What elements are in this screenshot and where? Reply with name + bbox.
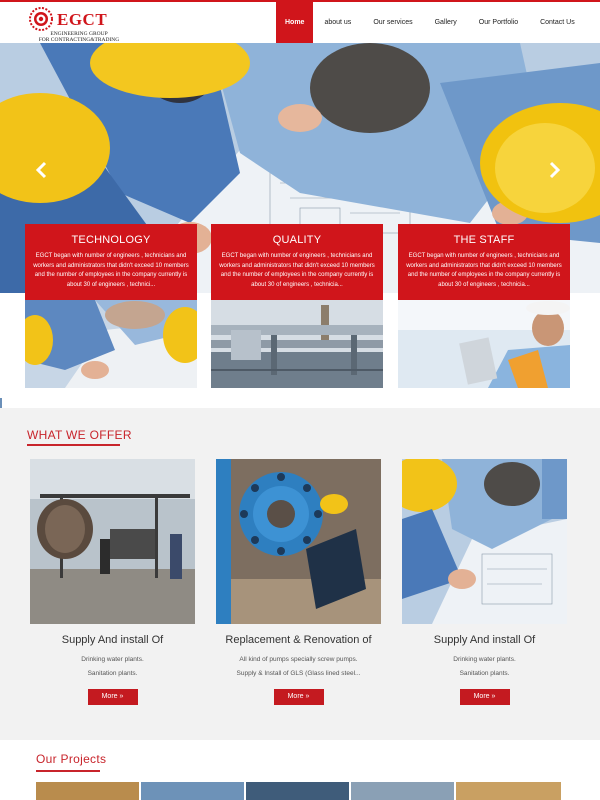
feature-card-quality[interactable]: QUALITY EGCT began with number of engine… (211, 224, 383, 390)
feature-card-the-staff[interactable]: THE STAFF EGCT began with number of engi… (398, 224, 570, 390)
feature-card-header: THE STAFF EGCT began with number of engi… (398, 224, 570, 300)
project-thumbnail[interactable] (246, 782, 349, 800)
our-projects-title: Our Projects (36, 752, 107, 766)
offer-item: Supply And install Of Drinking water pla… (30, 459, 195, 705)
our-projects-underline (36, 770, 100, 772)
feature-card-text: EGCT began with number of engineers , te… (33, 253, 189, 288)
project-thumbnail[interactable] (456, 782, 561, 800)
offer-item-image[interactable] (216, 459, 381, 624)
feature-card-title: THE STAFF (453, 234, 515, 246)
feature-card-image (211, 300, 383, 388)
offer-item-line: Sanitation plants. (87, 670, 138, 677)
nav-item-home[interactable]: Home (276, 2, 314, 43)
main-nav: Home about us Our services Gallery Our P… (276, 2, 586, 43)
logo-emblem-icon (29, 7, 53, 31)
brand-subtitle: ENGINEERING GROUP FOR CONTRACTING&TRADIN… (29, 31, 129, 43)
offer-item-line: Drinking water plants. (453, 656, 516, 663)
nav-item-our-services[interactable]: Our services (362, 2, 423, 43)
offer-item-image[interactable] (30, 459, 195, 624)
nav-item-gallery[interactable]: Gallery (424, 2, 468, 43)
chevron-left-icon[interactable] (34, 161, 50, 179)
offer-item-line: All kind of pumps specially screw pumps. (239, 656, 358, 663)
more-button[interactable]: More » (459, 689, 510, 705)
site-header: EGCT ENGINEERING GROUP FOR CONTRACTING&T… (0, 2, 600, 43)
feature-card-technology[interactable]: TECHNOLOGY EGCT began with number of eng… (25, 224, 197, 390)
offer-item: Supply And install Of Drinking water pla… (402, 459, 567, 705)
feature-card-header: QUALITY EGCT began with number of engine… (211, 224, 383, 300)
offer-item-line: Supply & Install of GLS (Glass lined ste… (236, 670, 361, 677)
feature-card-title: QUALITY (272, 234, 322, 246)
offer-item-title: Supply And install Of (433, 634, 536, 646)
offer-item-line: Drinking water plants. (81, 656, 144, 663)
offer-item: Replacement & Renovation of All kind of … (216, 459, 381, 705)
our-projects-section: Our Projects (0, 740, 600, 800)
feature-card-text: EGCT began with number of engineers , te… (406, 253, 562, 288)
chevron-right-icon[interactable] (546, 161, 562, 179)
more-button[interactable]: More » (87, 689, 138, 705)
project-thumbnail[interactable] (36, 782, 139, 800)
feature-card-title: TECHNOLOGY (71, 234, 151, 246)
what-we-offer-section: WHAT WE OFFER Supply And install Of Drin… (0, 408, 600, 740)
feature-card-header: TECHNOLOGY EGCT began with number of eng… (25, 224, 197, 300)
feature-card-image (398, 300, 570, 388)
nav-item-our-portfolio[interactable]: Our Portfolio (468, 2, 529, 43)
project-thumbnail[interactable] (351, 782, 454, 800)
brand-logo[interactable]: EGCT ENGINEERING GROUP FOR CONTRACTING&T… (27, 4, 129, 43)
what-we-offer-underline (27, 444, 120, 446)
offer-item-image[interactable] (402, 459, 567, 624)
more-button[interactable]: More » (273, 689, 324, 705)
project-thumbnail[interactable] (141, 782, 244, 800)
brand-name: EGCT (57, 10, 108, 29)
offer-item-title: Replacement & Renovation of (225, 634, 372, 646)
what-we-offer-title: WHAT WE OFFER (27, 428, 132, 442)
nav-item-about-us[interactable]: about us (313, 2, 362, 43)
offer-item-title: Supply And install Of (61, 634, 164, 646)
offer-item-line: Sanitation plants. (459, 670, 510, 677)
feature-card-image (25, 300, 197, 388)
nav-item-contact-us[interactable]: Contact Us (529, 2, 586, 43)
feature-card-text: EGCT began with number of engineers , te… (219, 253, 375, 288)
